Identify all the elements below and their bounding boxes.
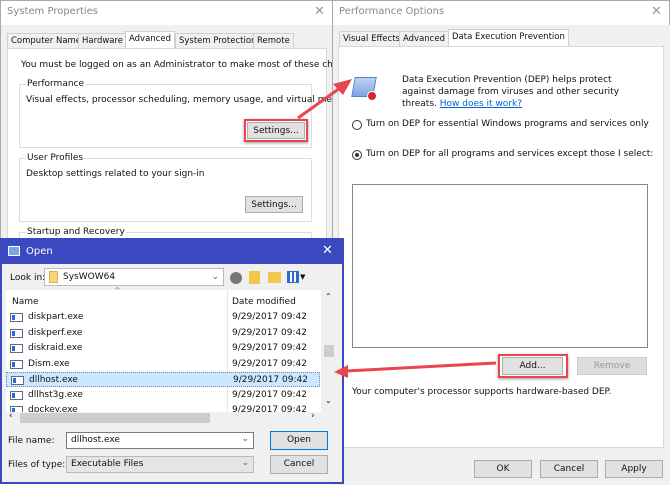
arrow-add-to-open: [334, 361, 497, 378]
annotation-arrows: [297, 79, 497, 378]
arrow-settings-to-dep: [297, 79, 352, 120]
